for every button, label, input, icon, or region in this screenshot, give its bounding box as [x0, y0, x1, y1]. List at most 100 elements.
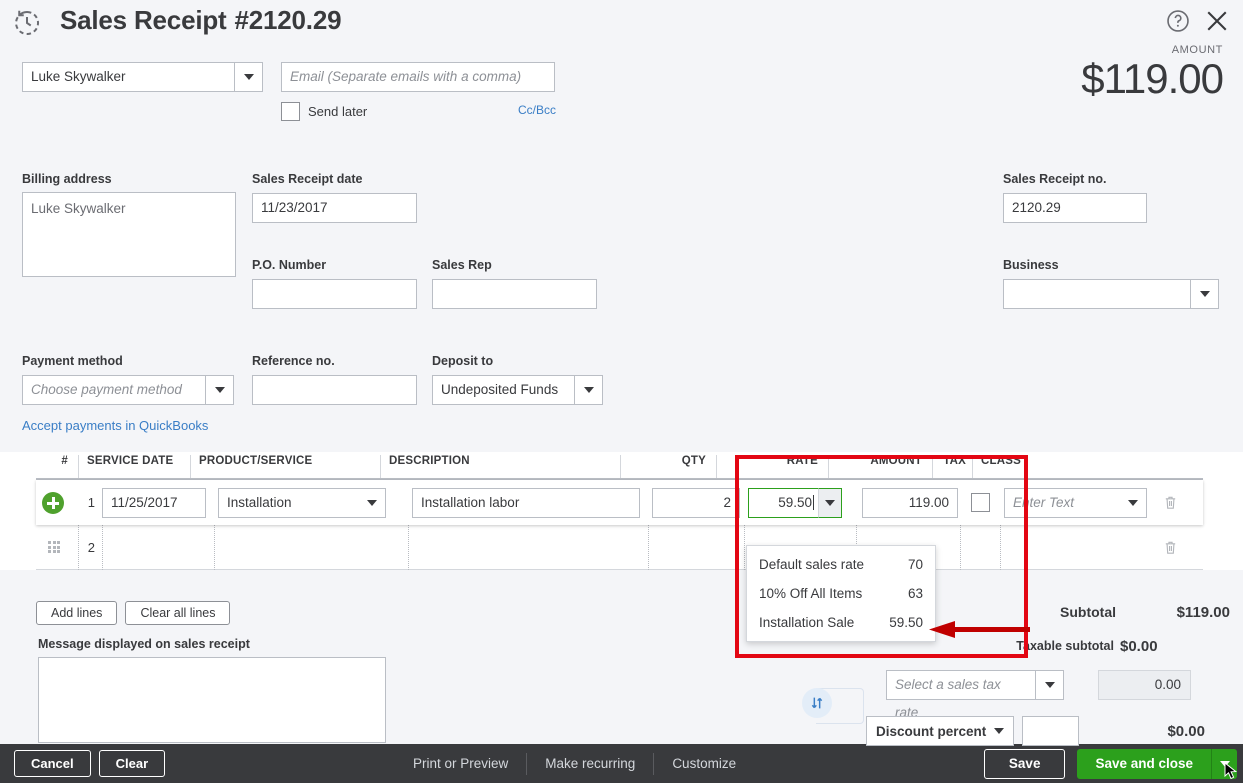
sales-tax-rate-select[interactable]: Select a sales tax rate — [886, 670, 1064, 720]
sales-tax-row: Select a sales tax rate 0.00 — [886, 670, 1191, 720]
print-or-preview-button[interactable]: Print or Preview — [395, 756, 526, 771]
description-input[interactable]: Installation labor — [412, 487, 640, 518]
text-cursor — [813, 494, 814, 510]
send-later-row[interactable]: Send later — [281, 102, 367, 121]
sales-receipt-no-input[interactable]: 2120.29 — [1003, 193, 1147, 223]
chevron-down-icon — [366, 499, 377, 506]
tax-cell[interactable] — [960, 524, 1000, 570]
rate-value: 59.50 — [778, 494, 812, 510]
add-lines-button[interactable]: Add lines — [36, 601, 118, 625]
customer-dropdown-button[interactable] — [235, 62, 263, 92]
discount-type-label: Discount percent — [876, 723, 987, 739]
business-dropdown-button[interactable] — [1191, 279, 1219, 309]
class-input[interactable]: Enter Text — [1004, 487, 1119, 518]
send-later-label: Send later — [308, 104, 368, 119]
payment-method-dropdown-button[interactable] — [206, 375, 234, 405]
amount-summary: AMOUNT $119.00 — [1081, 44, 1224, 102]
discount-value-input[interactable] — [1022, 716, 1079, 746]
rate-option-label: Installation Sale — [759, 615, 855, 630]
accept-payments-link[interactable]: Accept payments in QuickBooks — [22, 418, 208, 433]
chevron-down-icon — [243, 74, 254, 80]
business-input[interactable] — [1003, 279, 1191, 309]
col-header-service-date: SERVICE DATE — [78, 455, 190, 478]
message-label: Message displayed on sales receipt — [38, 637, 250, 651]
customer-select[interactable]: Luke Skywalker — [22, 62, 263, 92]
billing-address-input[interactable]: Luke Skywalker — [22, 192, 236, 277]
po-number-input[interactable] — [252, 279, 417, 309]
clear-all-lines-button[interactable]: Clear all lines — [125, 601, 231, 625]
service-date-input[interactable]: 11/25/2017 — [102, 487, 206, 518]
business-label: Business — [1003, 258, 1059, 272]
rate-option[interactable]: 10% Off All Items 63 — [747, 579, 935, 608]
rate-option-value: 63 — [907, 586, 923, 601]
qty-input[interactable]: 2 — [652, 487, 740, 518]
description-cell[interactable] — [408, 524, 648, 570]
add-line-icon[interactable] — [42, 491, 64, 514]
qty-cell[interactable] — [648, 524, 744, 570]
class-dropdown-button[interactable] — [1119, 487, 1147, 518]
delete-row-icon[interactable] — [1163, 494, 1178, 511]
help-circle-icon[interactable] — [1165, 8, 1191, 34]
rate-input[interactable]: 59.50 — [748, 487, 818, 518]
payment-method-label: Payment method — [22, 354, 123, 368]
cancel-button[interactable]: Cancel — [14, 750, 91, 777]
rate-option-value: 59.50 — [889, 615, 923, 630]
rate-option-label: Default sales rate — [759, 557, 865, 572]
cc-bcc-link[interactable]: Cc/Bcc — [518, 103, 556, 117]
discount-amount-value: $0.00 — [1167, 722, 1205, 740]
send-later-checkbox[interactable] — [281, 102, 300, 121]
sales-tax-rate-input[interactable]: Select a sales tax rate — [886, 670, 1036, 720]
sales-rep-input[interactable] — [432, 279, 597, 309]
swap-arrows-icon[interactable] — [802, 688, 832, 718]
drag-handle-icon[interactable] — [48, 541, 60, 553]
mouse-cursor — [1224, 762, 1238, 780]
delete-row-icon[interactable] — [1163, 539, 1178, 556]
chevron-down-icon — [1044, 682, 1055, 688]
history-clock-icon[interactable] — [12, 8, 42, 38]
rate-option-value: 70 — [907, 557, 923, 572]
discount-row: Discount percent $0.00 — [866, 716, 1205, 746]
make-recurring-button[interactable]: Make recurring — [527, 756, 653, 771]
rate-option[interactable]: Default sales rate 70 — [747, 550, 935, 579]
product-service-input[interactable]: Installation — [218, 487, 358, 518]
save-button[interactable]: Save — [983, 748, 1066, 779]
rate-field-group[interactable]: 59.50 — [748, 487, 842, 518]
payment-method-input[interactable]: Choose payment method — [22, 375, 206, 405]
close-x-icon[interactable] — [1203, 7, 1231, 35]
col-header-num: # — [61, 455, 68, 467]
rate-dropdown-menu[interactable]: Default sales rate 70 10% Off All Items … — [746, 545, 936, 642]
rate-option[interactable]: Installation Sale 59.50 — [747, 608, 935, 637]
sales-tax-dropdown-button[interactable] — [1036, 670, 1064, 700]
page-title-text: Sales Receipt — [60, 5, 227, 35]
customize-button[interactable]: Customize — [654, 756, 754, 771]
table-row[interactable]: 2 — [36, 524, 1203, 570]
col-header-amount: AMOUNT — [828, 455, 932, 478]
dialog-header: Sales Receipt #2120.29 — [0, 0, 1243, 46]
save-and-close-button[interactable]: Save and close — [1077, 748, 1212, 779]
clear-button[interactable]: Clear — [98, 750, 166, 777]
reference-no-input[interactable] — [252, 375, 417, 405]
table-row[interactable]: 1 11/25/2017 Installation Installation l… — [36, 480, 1203, 525]
email-input[interactable]: Email (Separate emails with a comma) — [281, 62, 555, 92]
product-service-dropdown-button[interactable] — [358, 487, 386, 518]
deposit-to-input[interactable]: Undeposited Funds — [432, 375, 575, 405]
sales-receipt-no-label: Sales Receipt no. — [1003, 172, 1107, 186]
deposit-to-dropdown-button[interactable] — [575, 375, 603, 405]
line-buttons: Add lines Clear all lines — [36, 601, 231, 625]
amount-input[interactable]: 119.00 — [862, 487, 958, 518]
row-number: 2 — [78, 524, 102, 570]
payment-method-select[interactable]: Choose payment method — [22, 375, 234, 405]
deposit-to-select[interactable]: Undeposited Funds — [432, 375, 603, 405]
sales-receipt-date-input[interactable]: 11/23/2017 — [252, 193, 417, 223]
amount-value: $119.00 — [1081, 55, 1224, 102]
rate-dropdown-button[interactable] — [818, 487, 842, 518]
message-textarea[interactable] — [38, 657, 386, 743]
service-date-cell[interactable] — [102, 524, 214, 570]
customer-name-input[interactable]: Luke Skywalker — [22, 62, 235, 92]
class-cell[interactable] — [1000, 524, 1148, 570]
tax-checkbox[interactable] — [970, 493, 990, 512]
row-number: 1 — [87, 495, 95, 510]
discount-type-select[interactable]: Discount percent — [866, 716, 1014, 746]
product-service-cell[interactable] — [214, 524, 408, 570]
business-select[interactable] — [1003, 279, 1219, 309]
